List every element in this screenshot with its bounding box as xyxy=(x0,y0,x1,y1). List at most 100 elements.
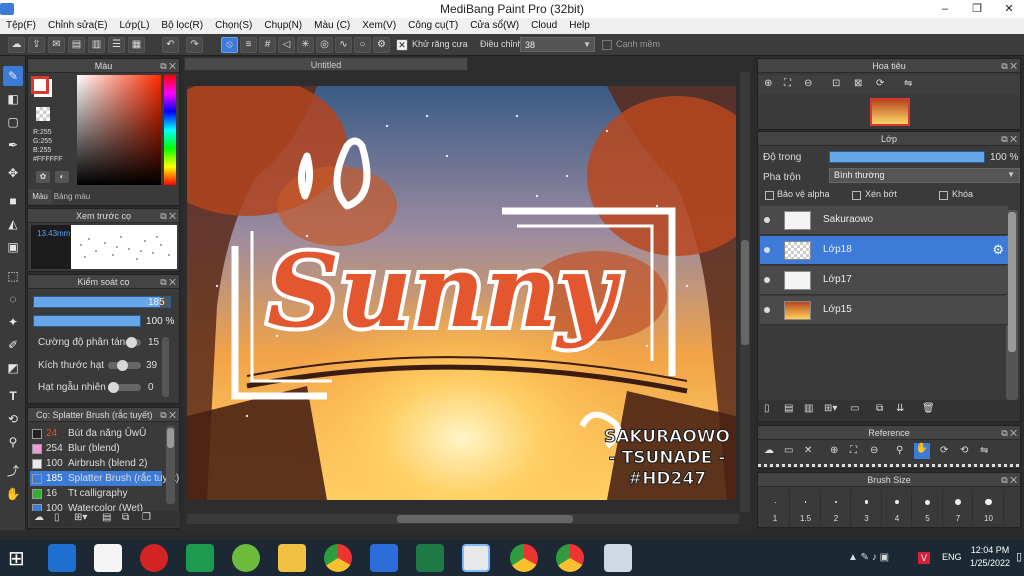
menu-help[interactable]: Help xyxy=(563,18,596,34)
brush-list-item[interactable]: 185 Splatter Brush (rắc tuyết) xyxy=(30,471,179,486)
lock-checkbox[interactable] xyxy=(939,191,948,200)
ie-icon[interactable] xyxy=(48,544,76,572)
adjust-select[interactable]: 38 ▼ xyxy=(520,37,595,52)
scrollbar[interactable] xyxy=(162,337,169,397)
chrome-icon[interactable] xyxy=(324,544,352,572)
transparent-swatch[interactable] xyxy=(36,107,50,121)
clock-date[interactable]: 1/25/2022 xyxy=(968,558,1012,568)
clipping-checkbox[interactable] xyxy=(852,191,861,200)
document-icon[interactable]: ▥ xyxy=(88,37,105,53)
smooth-checkbox[interactable] xyxy=(602,40,612,50)
brush-tool-icon[interactable]: ✎ xyxy=(3,66,23,86)
menu-window[interactable]: Cửa sổ(W) xyxy=(464,18,525,34)
visibility-dot-icon[interactable] xyxy=(764,307,770,313)
tab-color[interactable]: Màu xyxy=(28,189,52,204)
ellipse-snap-icon[interactable]: ○ xyxy=(354,37,371,53)
brush-size-cell[interactable]: 5 xyxy=(913,490,943,526)
pen-tool-icon[interactable]: ✒ xyxy=(3,135,23,155)
app-icon[interactable] xyxy=(604,544,632,572)
eyedropper-icon[interactable]: ⚲ xyxy=(3,432,23,452)
excel-icon[interactable] xyxy=(416,544,444,572)
fill-rect-tool-icon[interactable]: ■ xyxy=(3,191,23,211)
brush-settings-icon[interactable]: ▤ xyxy=(102,512,111,523)
merge-layer-icon[interactable]: ⇊ xyxy=(896,403,904,414)
zalo-icon[interactable] xyxy=(370,544,398,572)
gear-icon[interactable]: ⚙ xyxy=(992,242,1004,258)
windows-start-icon[interactable]: ⊞ xyxy=(8,546,25,571)
cloud-brush-icon[interactable]: ☁ xyxy=(34,512,44,523)
panel-close-icon[interactable]: ⧉ ✕ xyxy=(160,275,176,289)
menu-edit[interactable]: Chỉnh sửa(E) xyxy=(42,18,114,34)
panel-close-icon[interactable]: ⧉ ✕ xyxy=(160,59,176,73)
antialias-checkbox[interactable]: ✕ xyxy=(396,39,408,51)
folder-icon[interactable] xyxy=(278,544,306,572)
menu-select[interactable]: Chọn(S) xyxy=(209,18,258,34)
snap-off-icon[interactable]: ⦸ xyxy=(221,37,238,53)
minimize-button[interactable]: – xyxy=(930,0,960,18)
new-layer-icon[interactable]: ▯ xyxy=(764,403,770,414)
cloud-icon[interactable]: ☁ xyxy=(8,37,25,53)
zoom-in-icon[interactable]: ⊕ xyxy=(764,78,772,89)
protect-alpha-checkbox[interactable] xyxy=(765,191,774,200)
redo-icon[interactable]: ↷ xyxy=(186,37,203,53)
add-layer-menu-icon[interactable]: ⊞▾ xyxy=(824,403,837,414)
brush-list-item[interactable]: 16 Tt calligraphy xyxy=(30,486,162,501)
grain-slider[interactable] xyxy=(108,360,141,371)
duplicate-brush-icon[interactable]: ⧉ xyxy=(122,512,129,523)
menu-view[interactable]: Xem(V) xyxy=(356,18,402,34)
color-history-icon[interactable]: ◐ xyxy=(55,171,69,183)
duplicate-layer-icon[interactable]: ⧉ xyxy=(876,403,883,414)
open-folder-icon[interactable]: ▭ xyxy=(784,445,793,456)
visibility-dot-icon[interactable] xyxy=(764,217,770,223)
rotate-icon[interactable]: ⟳ xyxy=(940,445,948,456)
lasso-tool-icon[interactable]: ◌ xyxy=(3,289,23,309)
vanish-snap-icon[interactable]: ◁ xyxy=(278,37,295,53)
panel-close-icon[interactable]: ⧉ ✕ xyxy=(160,209,176,223)
copy-brush-icon[interactable]: ❐ xyxy=(142,512,151,523)
select-tool-icon[interactable]: ⬚ xyxy=(3,266,23,286)
magic-wand-icon[interactable]: ✦ xyxy=(3,312,23,332)
foreground-color-swatch[interactable] xyxy=(31,76,49,94)
menu-filter[interactable]: Bộ lọc(R) xyxy=(155,18,209,34)
brush-size-cell[interactable]: 2 xyxy=(821,490,851,526)
brush-size-cell[interactable]: 3 xyxy=(852,490,882,526)
list-icon[interactable]: ☰ xyxy=(108,37,125,53)
parallel-snap-icon[interactable]: ≡ xyxy=(240,37,257,53)
chrome-profile-icon[interactable] xyxy=(510,544,538,572)
zoom-in-icon[interactable]: ⊕ xyxy=(830,445,838,456)
brush-list-item[interactable]: 100 Airbrush (blend 2) xyxy=(30,456,162,471)
layer-row-lop17[interactable]: Lớp17 xyxy=(760,266,1008,295)
new-halftone-layer-icon[interactable]: ▤ xyxy=(784,403,793,414)
store-icon[interactable] xyxy=(186,544,214,572)
grid-icon[interactable]: ▦ xyxy=(128,37,145,53)
zoom-out-icon[interactable]: ⊖ xyxy=(804,78,812,89)
brush-size-cell[interactable]: 4 xyxy=(882,490,912,526)
bucket-tool-icon[interactable]: ◭ xyxy=(3,214,23,234)
curve-snap-icon[interactable]: ∿ xyxy=(335,37,352,53)
panel-close-icon[interactable]: ⧉ ✕ xyxy=(1001,426,1017,440)
brush-opacity-bar[interactable] xyxy=(33,315,141,327)
share-icon[interactable]: ⇪ xyxy=(28,37,45,53)
medibang-icon[interactable] xyxy=(462,544,490,572)
pipette-icon[interactable]: ⤴ xyxy=(3,461,23,481)
new-brush-icon[interactable]: ▯ xyxy=(54,512,60,523)
rotate-icon[interactable]: ⟳ xyxy=(876,78,884,89)
cross-snap-icon[interactable]: # xyxy=(259,37,276,53)
panel-close-icon[interactable]: ⧉ ✕ xyxy=(160,408,176,422)
clock-time[interactable]: 12:04 PM xyxy=(970,545,1010,555)
add-brush-icon[interactable]: ⊞▾ xyxy=(74,512,87,523)
brush-list-scrollbar[interactable] xyxy=(166,426,175,504)
horizontal-scrollbar[interactable] xyxy=(187,514,739,524)
layer-opacity-bar[interactable] xyxy=(829,151,985,163)
comment-icon[interactable]: ✉ xyxy=(48,37,65,53)
hand-icon[interactable]: ✋ xyxy=(914,443,930,459)
random-slider[interactable] xyxy=(108,382,141,393)
text-tool-icon[interactable]: T xyxy=(3,386,23,406)
panel-close-icon[interactable]: ⧉ ✕ xyxy=(1001,59,1017,73)
zoom-fit-icon[interactable]: ⛶ xyxy=(784,78,791,89)
scatter-slider[interactable] xyxy=(125,337,141,348)
hue-slider[interactable] xyxy=(164,75,176,185)
blend-mode-select[interactable]: Bình thường ▼ xyxy=(829,168,1020,183)
rectangle-tool-icon[interactable]: ▢ xyxy=(3,112,23,132)
gradient-tool-icon[interactable]: ▣ xyxy=(3,237,23,257)
